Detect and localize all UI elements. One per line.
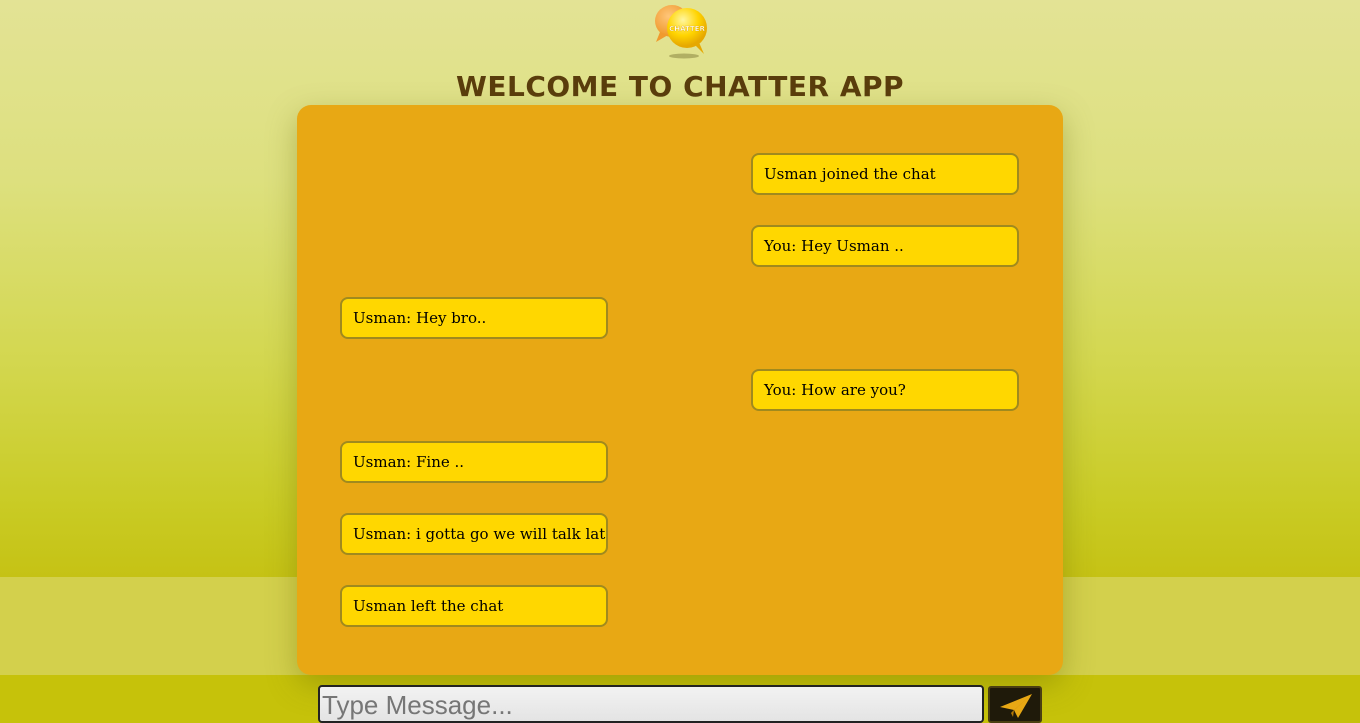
- paper-plane-icon: [1000, 694, 1032, 718]
- chat-message: You: Hey Usman ..: [751, 225, 1019, 267]
- chat-message: You: How are you?: [751, 369, 1019, 411]
- chat-message: Usman joined the chat: [751, 153, 1019, 195]
- chat-message: Usman: i gotta go we will talk later: [340, 513, 608, 555]
- chat-message: Usman left the chat: [340, 585, 608, 627]
- chat-message: Usman: Hey bro..: [340, 297, 608, 339]
- chat-message: Usman: Fine ..: [340, 441, 608, 483]
- message-input[interactable]: [318, 685, 984, 723]
- page-title: WELCOME TO CHATTER APP: [455, 70, 905, 103]
- send-button[interactable]: [988, 686, 1042, 723]
- chatter-logo-icon: CHATTER: [652, 2, 712, 60]
- chat-panel[interactable]: Usman joined the chat You: Hey Usman .. …: [297, 105, 1063, 675]
- svg-text:CHATTER: CHATTER: [669, 25, 705, 33]
